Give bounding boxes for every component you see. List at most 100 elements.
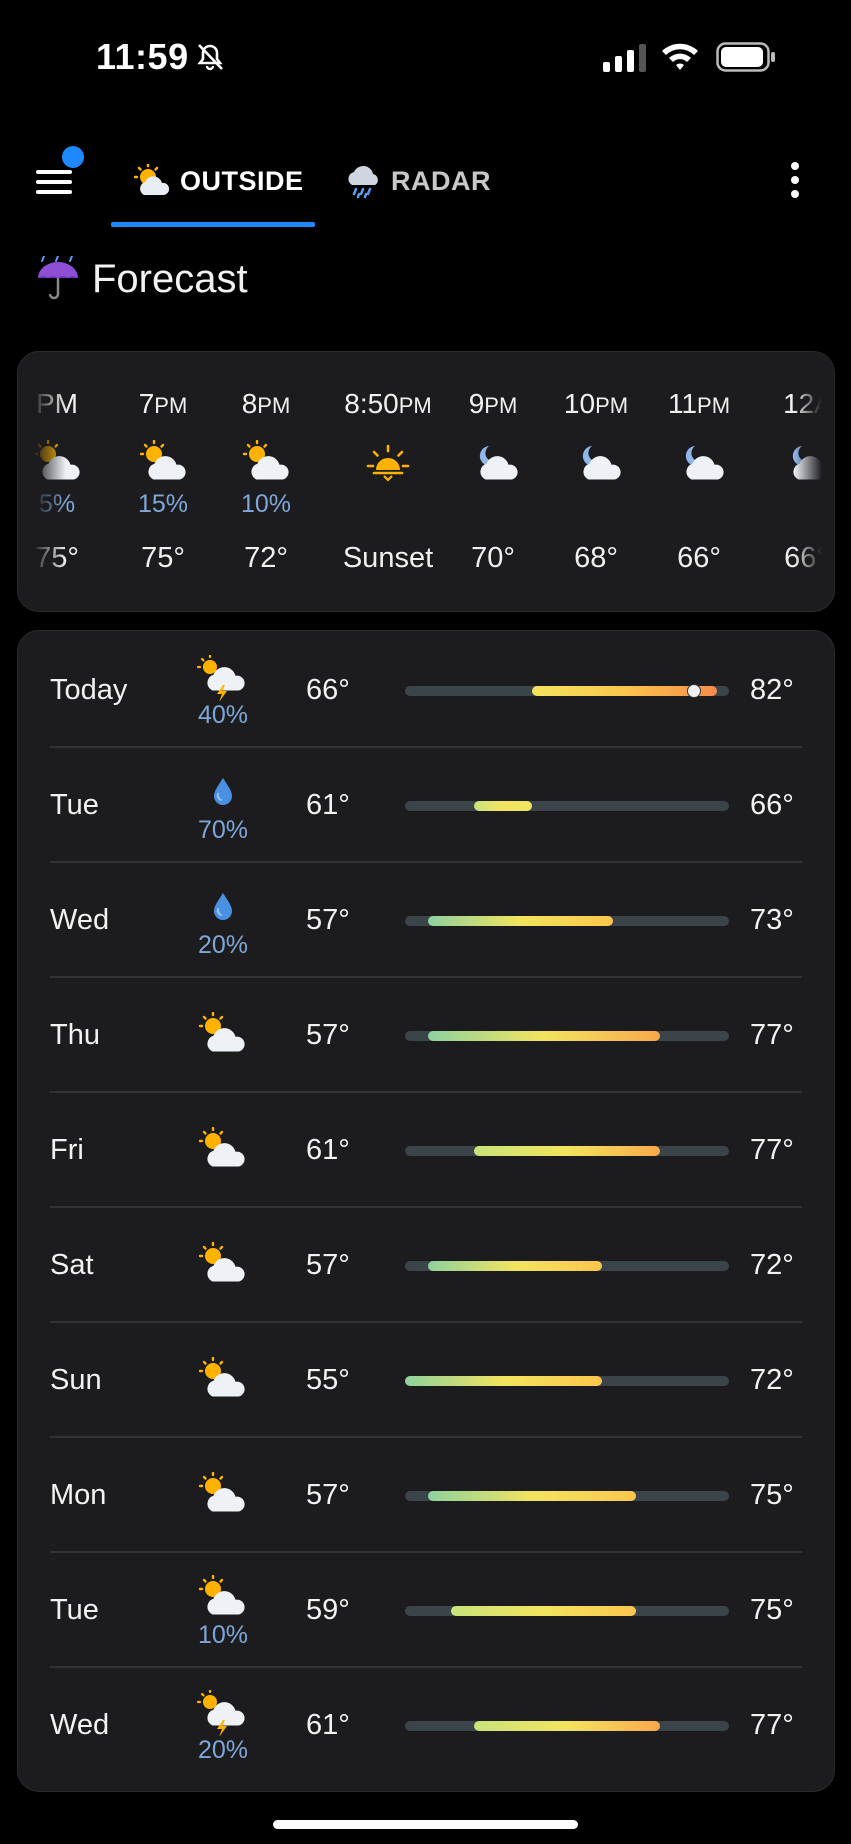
scroll-fade-left xyxy=(18,352,66,611)
day-low-temp: 55° xyxy=(306,1364,350,1396)
tab-outside[interactable]: OUTSIDE xyxy=(134,156,304,206)
cellular-signal-icon xyxy=(603,44,646,72)
temp-range-bar xyxy=(405,915,729,926)
day-name: Wed xyxy=(50,1709,110,1741)
partly-cloudy-icon xyxy=(198,1241,245,1282)
day-name: Tue xyxy=(50,1594,99,1626)
partly-cloudy-icon xyxy=(198,1356,245,1397)
sun-behind-cloud-icon xyxy=(134,164,170,195)
hour-time: 8:50PM xyxy=(344,388,432,419)
day-high-temp: 72° xyxy=(750,1364,794,1396)
scroll-fade-right xyxy=(794,352,834,611)
tab-radar[interactable]: RADAR xyxy=(345,156,491,206)
notification-dot xyxy=(62,146,84,168)
day-precip: 10% xyxy=(197,1621,249,1649)
wifi-icon xyxy=(662,43,698,70)
partly-cloudy-icon xyxy=(198,1471,245,1512)
hour-temp: 70° xyxy=(471,542,515,574)
hour-temp: 66° xyxy=(677,542,721,574)
current-temp-marker xyxy=(687,683,702,698)
day-high-temp: 82° xyxy=(750,674,794,706)
daily-forecast: Today 40% 66° 82° Tue 70% 61° 66° Wed 20% 57° 73° Th… xyxy=(17,630,835,1792)
forecast-title: Forecast xyxy=(92,256,248,301)
hour-time: 11PM xyxy=(667,388,731,419)
temp-range-bar xyxy=(405,1030,729,1041)
bell-muted-icon xyxy=(197,44,223,71)
day-high-temp: 75° xyxy=(750,1479,794,1511)
day-low-temp: 57° xyxy=(306,1019,350,1051)
daily-row[interactable]: Sun 55° 72° xyxy=(50,1323,802,1438)
day-name: Thu xyxy=(50,1019,100,1051)
hour-precip: 10% xyxy=(240,490,292,518)
hour-precip: 15% xyxy=(137,490,189,518)
temp-range-fill xyxy=(474,1720,660,1731)
temp-range-fill xyxy=(474,800,533,811)
temp-range-bar xyxy=(405,1260,729,1271)
home-indicator[interactable] xyxy=(273,1820,578,1829)
daily-row[interactable]: Tue 70% 61° 66° xyxy=(50,748,802,863)
sunset-icon xyxy=(366,444,410,482)
daily-row[interactable]: Today 40% 66° 82° xyxy=(50,633,802,748)
temp-range-bar xyxy=(405,1720,729,1731)
temp-range-fill xyxy=(428,1260,602,1271)
day-low-temp: 61° xyxy=(306,789,350,821)
daily-row[interactable]: Wed 20% 57° 73° xyxy=(50,863,802,978)
tab-outside-label: OUTSIDE xyxy=(180,165,304,196)
partly-cloudy-night-icon xyxy=(685,446,724,480)
hourly-item: 9PM 70° xyxy=(438,352,548,611)
daily-row[interactable]: Tue 10% 59° 75° xyxy=(50,1553,802,1668)
temp-range-fill xyxy=(428,1030,660,1041)
day-low-temp: 57° xyxy=(306,1479,350,1511)
partly-cloudy-icon xyxy=(242,439,289,480)
daily-row[interactable]: Wed 20% 61° 77° xyxy=(50,1668,802,1783)
day-precip: 70% xyxy=(197,816,249,844)
day-precip: 40% xyxy=(197,701,249,729)
partly-cloudy-icon xyxy=(198,1126,245,1167)
daily-row[interactable]: Mon 57° 75° xyxy=(50,1438,802,1553)
day-high-temp: 73° xyxy=(750,904,794,936)
temp-range-bar xyxy=(405,1375,729,1386)
hourly-item: 11PM 66° xyxy=(644,352,754,611)
thunderstorm-sun-icon xyxy=(196,1688,245,1737)
thunderstorm-sun-icon xyxy=(196,653,245,702)
cloud-with-rain-icon xyxy=(348,165,378,199)
vertical-dots-icon[interactable] xyxy=(788,158,802,202)
daily-row[interactable]: Thu 57° 77° xyxy=(50,978,802,1093)
day-name: Mon xyxy=(50,1479,107,1511)
umbrella-with-rain-icon xyxy=(38,256,78,300)
raindrop-icon xyxy=(214,893,232,920)
daily-row[interactable]: Sat 57° 72° xyxy=(50,1208,802,1323)
temp-range-fill xyxy=(428,915,614,926)
raindrop-icon xyxy=(214,778,232,805)
temp-range-fill xyxy=(428,1490,637,1501)
active-tab-indicator xyxy=(111,222,315,227)
day-low-temp: 61° xyxy=(306,1134,350,1166)
partly-cloudy-night-icon xyxy=(479,446,518,480)
temp-range-bar xyxy=(405,1605,729,1616)
daily-row[interactable]: Fri 61° 77° xyxy=(50,1093,802,1208)
hour-time: 8PM xyxy=(241,388,291,419)
hour-temp: 68° xyxy=(574,542,618,574)
temp-range-fill xyxy=(451,1605,637,1616)
status-bar: 11:59 xyxy=(0,0,851,110)
day-precip: 20% xyxy=(197,931,249,959)
temp-range-bar xyxy=(405,683,729,698)
partly-cloudy-icon xyxy=(198,1574,245,1615)
partly-cloudy-night-icon xyxy=(582,446,621,480)
tab-radar-label: RADAR xyxy=(391,165,491,196)
hourly-item: 7PM 15% 75° xyxy=(108,352,218,611)
status-time: 11:59 xyxy=(96,36,189,77)
hour-time: 9PM xyxy=(468,388,518,419)
temp-range-bar xyxy=(405,800,729,811)
partly-cloudy-icon xyxy=(198,1011,245,1052)
day-low-temp: 66° xyxy=(306,674,350,706)
battery-icon xyxy=(716,42,775,72)
hourly-forecast[interactable]: PM5%75°7PM15%75°8PM10%72°8:50PMSunset9PM… xyxy=(17,351,835,612)
day-name: Sun xyxy=(50,1364,102,1396)
hour-temp: Sunset xyxy=(342,542,434,574)
temp-range-bar xyxy=(405,1490,729,1501)
day-name: Tue xyxy=(50,789,99,821)
hour-temp: 72° xyxy=(244,542,288,574)
day-name: Today xyxy=(50,674,128,706)
hourly-item: 10PM 68° xyxy=(541,352,651,611)
